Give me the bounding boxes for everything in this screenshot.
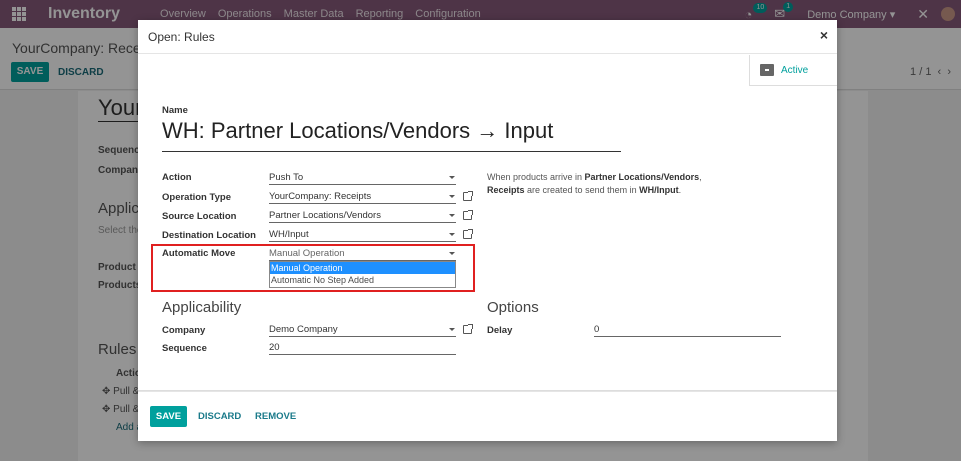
form-sheet: Active xyxy=(138,55,837,391)
delay-label: Delay xyxy=(487,325,513,336)
name-underline xyxy=(162,151,621,152)
external-link-icon[interactable] xyxy=(463,191,473,201)
company-value: Demo Company xyxy=(269,324,338,335)
source-location-label: Source Location xyxy=(162,211,237,222)
source-location-value: Partner Locations/Vendors xyxy=(269,210,381,221)
delay-value: 0 xyxy=(594,324,600,335)
external-link-icon[interactable] xyxy=(463,324,473,334)
chevron-down-icon xyxy=(449,233,455,236)
modal-body: Active xyxy=(138,55,837,391)
company-label: Company xyxy=(162,325,206,336)
applicability-heading: Applicability xyxy=(162,299,242,316)
destination-location-label: Destination Location xyxy=(162,230,256,241)
sequence-label: Sequence xyxy=(162,343,207,354)
sequence-value: 20 xyxy=(269,342,280,353)
action-label: Action xyxy=(162,172,192,183)
active-toggle-button[interactable]: Active xyxy=(749,55,837,86)
modal-footer: SAVE DISCARD REMOVE xyxy=(138,391,837,441)
modal-header: Open: Rules × xyxy=(138,20,837,54)
chevron-down-icon xyxy=(449,328,455,331)
operation-type-value: YourCompany: Receipts xyxy=(269,191,372,202)
name-field[interactable]: WH: Partner Locations/Vendors → Input xyxy=(162,118,553,144)
chevron-down-icon xyxy=(449,195,455,198)
chevron-down-icon xyxy=(449,214,455,217)
operation-type-label: Operation Type xyxy=(162,192,231,203)
name-label: Name xyxy=(162,105,188,116)
destination-location-value: WH/Input xyxy=(269,229,309,240)
sequence-field[interactable]: 20 xyxy=(269,340,456,355)
discard-button[interactable]: DISCARD xyxy=(198,411,241,422)
destination-location-field[interactable]: WH/Input xyxy=(269,227,456,242)
source-location-field[interactable]: Partner Locations/Vendors xyxy=(269,208,456,223)
chevron-down-icon xyxy=(449,176,455,179)
operation-type-field[interactable]: YourCompany: Receipts xyxy=(269,189,456,204)
rules-dialog: Open: Rules × Active Name WH: Partner Lo… xyxy=(138,20,837,441)
action-value: Push To xyxy=(269,172,304,183)
delay-field[interactable]: 0 xyxy=(594,322,781,337)
external-link-icon[interactable] xyxy=(463,210,473,220)
highlight-annotation xyxy=(151,244,475,292)
external-link-icon[interactable] xyxy=(463,229,473,239)
active-label: Active xyxy=(781,64,809,76)
close-icon[interactable]: × xyxy=(820,27,828,43)
archive-icon xyxy=(760,64,774,76)
action-select[interactable]: Push To xyxy=(269,170,456,185)
rule-help-text: When products arrive in Partner Location… xyxy=(487,172,702,195)
modal-title: Open: Rules xyxy=(148,30,215,44)
options-heading: Options xyxy=(487,299,539,316)
remove-button[interactable]: REMOVE xyxy=(255,411,296,422)
company-field[interactable]: Demo Company xyxy=(269,322,456,337)
save-button[interactable]: SAVE xyxy=(150,406,187,427)
